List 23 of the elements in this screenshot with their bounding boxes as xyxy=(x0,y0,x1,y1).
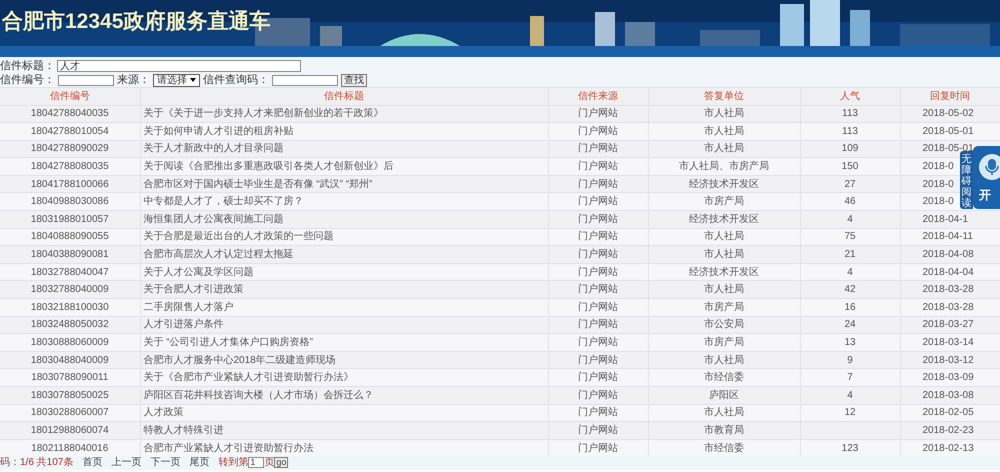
code-input[interactable] xyxy=(272,74,338,86)
go-button[interactable]: go xyxy=(274,457,288,468)
reader-tab[interactable]: 无障碍阅读 xyxy=(960,151,973,209)
next-page-link[interactable]: 下一页 xyxy=(150,455,180,470)
title-input[interactable]: 人才 xyxy=(57,60,301,72)
first-page-link[interactable]: 首页 xyxy=(82,455,102,470)
page-summary: 码：1/6 共107条 xyxy=(0,456,74,470)
field-label: 信件编号： xyxy=(0,72,55,88)
last-page-link[interactable]: 尾页 xyxy=(189,455,210,470)
page-input[interactable]: 1 xyxy=(248,457,264,468)
number-input[interactable] xyxy=(58,74,114,86)
prev-page-link[interactable]: 上一页 xyxy=(111,455,142,470)
field-label: 信件查询码： xyxy=(203,72,269,88)
field-label: 来源： xyxy=(117,72,150,88)
microphone-icon xyxy=(979,154,1000,180)
dropdown-icon xyxy=(190,78,196,82)
source-select[interactable]: 请选择 xyxy=(153,74,200,86)
reader-button[interactable]: 开 xyxy=(973,146,1000,209)
page-suffix: 页 xyxy=(264,456,274,470)
field-label: 信件标题： xyxy=(0,58,55,74)
goto-label: 转到第 xyxy=(218,456,248,470)
search-button[interactable]: 查找 xyxy=(341,74,367,86)
site-title: 合肥市12345政府服务直通车 xyxy=(2,8,270,35)
